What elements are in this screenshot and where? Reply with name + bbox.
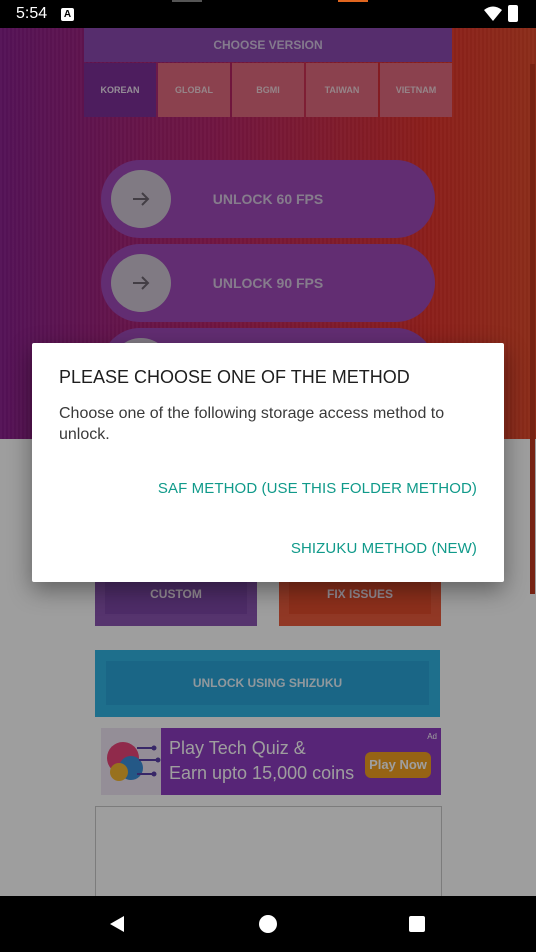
status-time: 5:54 [16, 5, 48, 22]
wifi-icon [484, 6, 502, 27]
dialog-title: PLEASE CHOOSE ONE OF THE METHOD [59, 367, 410, 387]
saf-method-button[interactable]: SAF METHOD (USE THIS FOLDER METHOD) [158, 480, 477, 497]
app-screen: CHOOSE VERSION KOREAN GLOBAL BGMI TAIWAN… [0, 28, 536, 908]
dialog-message: Choose one of the following storage acce… [59, 405, 445, 443]
home-icon[interactable] [259, 915, 277, 933]
recents-icon[interactable] [409, 916, 425, 932]
shizuku-method-button[interactable]: SHIZUKU METHOD (NEW) [291, 540, 477, 557]
a-icon: A [61, 8, 74, 21]
status-bar: 5:54 A [0, 0, 536, 28]
navigation-bar [0, 896, 536, 952]
battery-charging-icon [508, 5, 518, 22]
status-indicator-orange [338, 0, 368, 2]
method-dialog: PLEASE CHOOSE ONE OF THE METHOD Choose o… [32, 343, 504, 582]
back-icon[interactable] [108, 915, 126, 938]
status-indicator [172, 0, 202, 2]
